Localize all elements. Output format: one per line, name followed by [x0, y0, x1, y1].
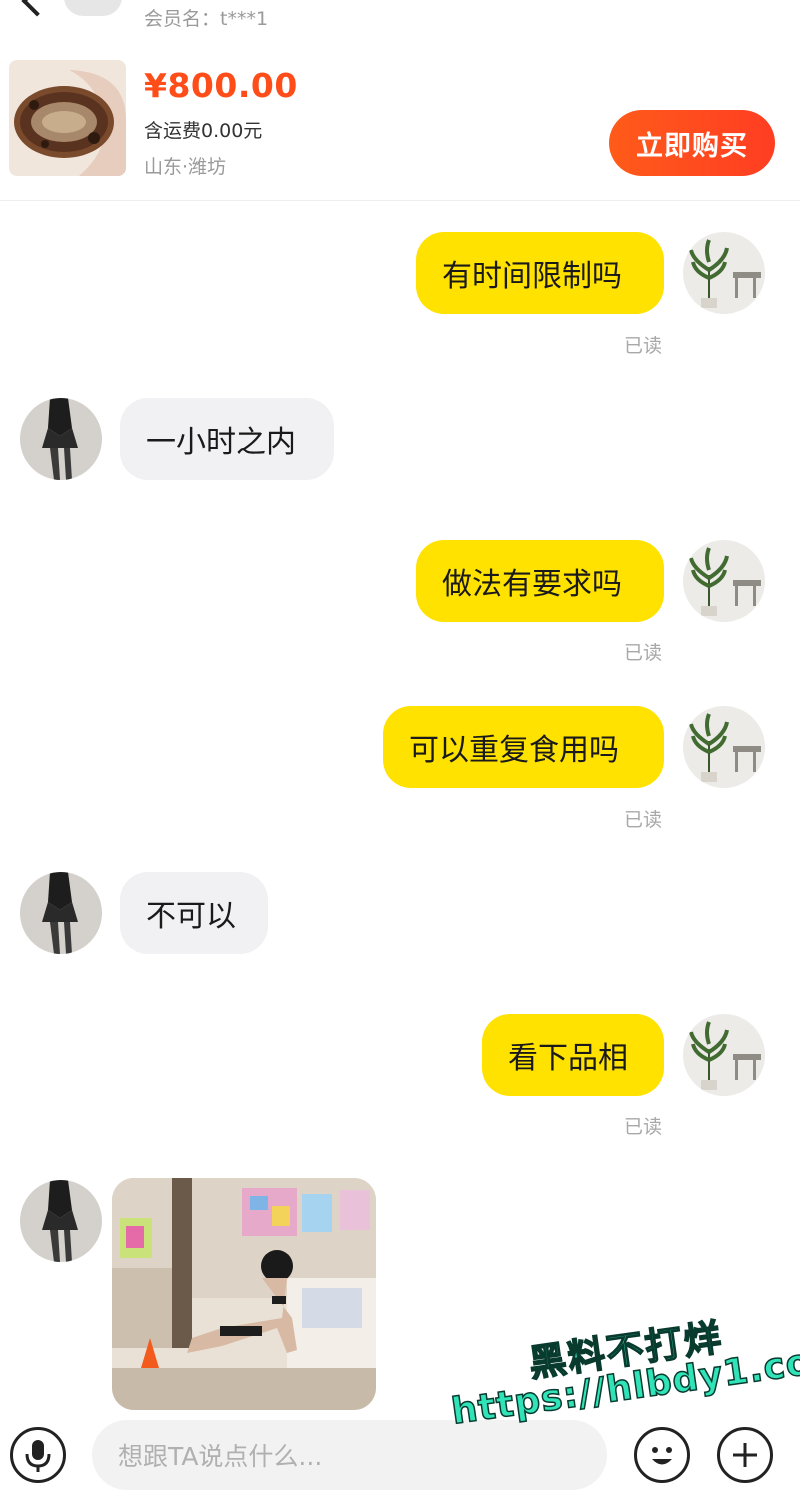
product-image[interactable] — [9, 60, 126, 176]
message-bubble-sent[interactable]: 有时间限制吗 — [416, 232, 664, 314]
product-header: 会员名：t***1 ¥800.00 含运费0.00元 山东·潍坊 立即购买 — [0, 0, 800, 201]
header-badge — [64, 0, 122, 16]
read-status: 已读 — [624, 642, 663, 664]
plus-icon[interactable] — [717, 1427, 773, 1483]
read-status: 已读 — [624, 809, 663, 831]
product-price: ¥800.00 — [144, 66, 298, 105]
my-avatar[interactable] — [683, 540, 765, 622]
emoji-icon[interactable] — [634, 1427, 690, 1483]
seller-avatar[interactable] — [20, 398, 102, 480]
my-avatar[interactable] — [683, 232, 765, 314]
chat-input-bar: 想跟TA说点什么... — [0, 1410, 800, 1501]
shipping-fee: 含运费0.00元 — [144, 120, 263, 142]
member-name: 会员名：t***1 — [144, 8, 269, 30]
read-status: 已读 — [624, 1116, 663, 1138]
message-bubble-sent[interactable]: 做法有要求吗 — [416, 540, 664, 622]
my-avatar[interactable] — [683, 1014, 765, 1096]
seller-location: 山东·潍坊 — [144, 156, 227, 178]
microphone-icon[interactable] — [10, 1427, 66, 1483]
buy-now-button[interactable]: 立即购买 — [609, 110, 775, 176]
message-input[interactable]: 想跟TA说点什么... — [92, 1420, 607, 1490]
message-bubble-sent[interactable]: 可以重复食用吗 — [383, 706, 664, 788]
image-message[interactable] — [112, 1178, 376, 1410]
back-arrow-icon[interactable] — [21, 0, 53, 17]
my-avatar[interactable] — [683, 706, 765, 788]
seller-avatar[interactable] — [20, 1180, 102, 1262]
read-status: 已读 — [624, 335, 663, 357]
message-bubble-received[interactable]: 一小时之内 — [120, 398, 334, 480]
message-bubble-received[interactable]: 不可以 — [120, 872, 268, 954]
seller-avatar[interactable] — [20, 872, 102, 954]
message-bubble-sent[interactable]: 看下品相 — [482, 1014, 664, 1096]
